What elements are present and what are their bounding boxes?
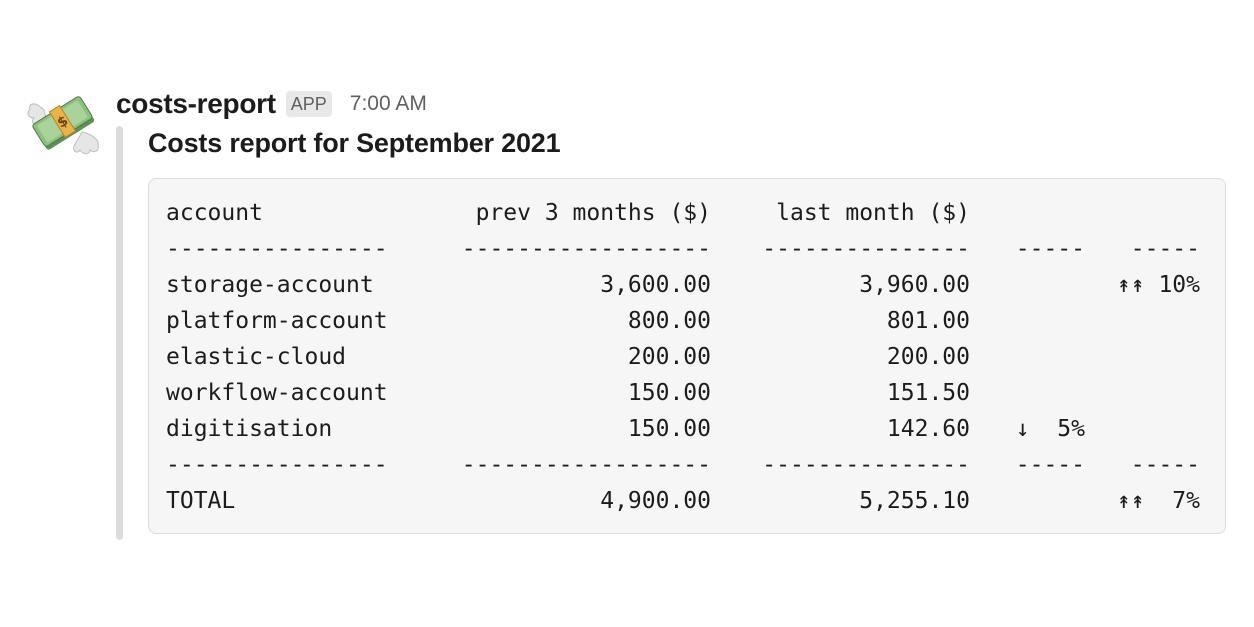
total-label: TOTAL (166, 488, 236, 514)
cell-prev: 200.00 (627, 344, 711, 370)
cell-last: 801.00 (886, 308, 970, 334)
message: $ costs-report APP 7:00 AM Costs report … (0, 0, 1254, 627)
separator-row: ---------------- ------------------ ----… (149, 231, 1225, 267)
separator-up: ----- (1130, 236, 1200, 262)
separator-down: ----- (1015, 452, 1085, 478)
costs-table-block: account prev 3 months ($) last month ($)… (148, 178, 1226, 534)
cell-last: 151.50 (886, 380, 970, 406)
table-row: elastic-cloud 200.00 200.00 (149, 339, 1225, 375)
separator-last: --------------- (762, 452, 970, 478)
message-header: costs-report APP 7:00 AM (116, 84, 427, 124)
separator-prev: ------------------ (461, 236, 711, 262)
cell-last: 200.00 (886, 344, 970, 370)
separator-row: ---------------- ------------------ ----… (149, 447, 1225, 483)
cell-down: ↓ 5% (1015, 416, 1085, 442)
header-last: last month ($) (776, 200, 970, 226)
cell-account: workflow-account (166, 380, 388, 406)
separator-last: --------------- (762, 236, 970, 262)
total-row: TOTAL 4,900.00 5,255.10 ↟↟ 7% (149, 483, 1225, 519)
cell-last: 3,960.00 (859, 272, 970, 298)
table-row: storage-account 3,600.00 3,960.00 ↟↟ 10% (149, 267, 1225, 303)
attachment-title: Costs report for September 2021 (148, 128, 561, 158)
cell-account: elastic-cloud (166, 344, 347, 370)
separator-down: ----- (1015, 236, 1085, 262)
cell-prev: 150.00 (627, 380, 711, 406)
money-with-wings-icon[interactable]: $ (26, 90, 102, 156)
header-account: account (166, 200, 263, 226)
table-row: platform-account 800.00 801.00 (149, 303, 1225, 339)
table-row: digitisation 150.00 142.60 ↓ 5% (149, 411, 1225, 447)
table-row: workflow-account 150.00 151.50 (149, 375, 1225, 411)
header-prev: prev 3 months ($) (475, 200, 711, 226)
cell-prev: 150.00 (627, 416, 711, 442)
cell-last: 142.60 (886, 416, 970, 442)
total-prev: 4,900.00 (600, 488, 711, 514)
separator-account: ---------------- (166, 236, 388, 262)
sender-name[interactable]: costs-report (116, 88, 276, 120)
separator-prev: ------------------ (461, 452, 711, 478)
cell-prev: 3,600.00 (600, 272, 711, 298)
cell-account: storage-account (166, 272, 374, 298)
cell-prev: 800.00 (627, 308, 711, 334)
attachment-bar (116, 126, 123, 540)
separator-up: ----- (1130, 452, 1200, 478)
total-up: ↟↟ 7% (1116, 488, 1200, 514)
timestamp[interactable]: 7:00 AM (350, 92, 427, 116)
cell-account: platform-account (166, 308, 388, 334)
total-last: 5,255.10 (859, 488, 970, 514)
cell-up: ↟↟ 10% (1116, 272, 1200, 298)
separator-account: ---------------- (166, 452, 388, 478)
table-header-row: account prev 3 months ($) last month ($) (149, 195, 1225, 231)
cell-account: digitisation (166, 416, 333, 442)
app-badge: APP (285, 91, 332, 117)
